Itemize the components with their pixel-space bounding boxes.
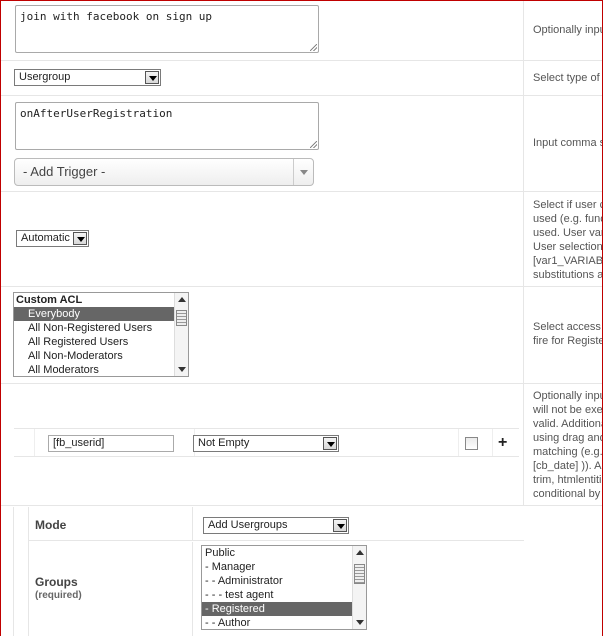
condition-operator-value: Not Empty	[198, 437, 250, 449]
group-option[interactable]: - - Author	[202, 616, 366, 629]
access-option[interactable]: All Non-Registered Users	[14, 321, 188, 335]
condition-field-input[interactable]: [fb_userid]	[48, 435, 174, 452]
conditional-description-line: using drag and	[533, 432, 603, 444]
access-option[interactable]: Everybody	[14, 307, 174, 321]
conditional-description-line: matching (e.g.	[533, 446, 603, 458]
scroll-up-icon[interactable]	[356, 550, 364, 555]
row-conditional: [fb_userid] Not Empty + Optionally inpu …	[1, 384, 603, 506]
groups-row: Groups (required) Public - Manager - - A…	[29, 542, 524, 636]
row-type: Usergroup Select type of	[1, 61, 603, 96]
mode-label: Mode	[35, 518, 67, 532]
chevron-down-icon[interactable]	[73, 232, 87, 245]
group-option[interactable]: - - - test agent	[202, 588, 366, 602]
add-trigger-select[interactable]: - Add Trigger -	[14, 158, 314, 186]
mode-select[interactable]: Add Usergroups	[203, 517, 349, 534]
access-description-line: fire for Registe	[533, 335, 603, 347]
column-divider	[523, 0, 524, 60]
scroll-down-icon[interactable]	[178, 367, 186, 372]
user-description-line: User selection	[533, 241, 603, 253]
row-user: Automatic Select if user c used (e.g. fu…	[1, 192, 603, 287]
user-description-line: substitutions a	[533, 269, 603, 281]
user-description-line: used. User var	[533, 227, 603, 239]
group-option[interactable]: - Registered	[202, 602, 352, 616]
params-inner: Mode Add Usergroups Groups (required) Pu…	[28, 507, 524, 636]
user-select-value: Automatic	[21, 232, 70, 244]
mode-row: Mode Add Usergroups	[29, 507, 524, 541]
row-triggers: onAfterUserRegistration - Add Trigger - …	[1, 96, 603, 192]
sign-up-text-description: Optionally inpu	[533, 24, 603, 36]
user-description-line: used (e.g. func	[533, 213, 603, 225]
add-trigger-label: - Add Trigger -	[23, 164, 106, 179]
condition-checkbox[interactable]	[465, 437, 478, 450]
scroll-thumb[interactable]	[354, 564, 365, 584]
group-option[interactable]: - - Administrator	[202, 574, 366, 588]
group-option[interactable]: Public	[202, 546, 366, 560]
sign-up-text-area[interactable]: join with facebook on sign up	[15, 5, 319, 53]
scroll-down-icon[interactable]	[356, 620, 364, 625]
column-divider	[523, 287, 524, 383]
resize-grip-icon[interactable]	[310, 44, 317, 51]
chevron-down-icon[interactable]	[145, 71, 159, 84]
chevron-down-icon[interactable]	[293, 159, 313, 185]
user-select[interactable]: Automatic	[16, 230, 89, 247]
column-divider	[523, 61, 524, 95]
chevron-down-icon[interactable]	[323, 437, 337, 450]
params-panel: Mode Add Usergroups Groups (required) Pu…	[13, 507, 524, 636]
type-select-value: Usergroup	[19, 71, 71, 83]
add-condition-button[interactable]: +	[498, 435, 507, 451]
user-description-line: [var1_VARIAB	[533, 255, 603, 267]
groups-label: Groups	[35, 575, 78, 589]
access-listbox[interactable]: Custom ACL Everybody All Non-Registered …	[13, 292, 189, 377]
column-divider	[523, 96, 524, 191]
conditional-description-line: Optionally inpu	[533, 390, 603, 402]
access-scrollbar[interactable]	[174, 293, 188, 376]
user-description-line: Select if user c	[533, 199, 603, 211]
groups-scrollbar[interactable]	[352, 546, 366, 629]
group-option[interactable]: - Manager	[202, 560, 366, 574]
groups-required-label: (required)	[35, 590, 82, 601]
access-option[interactable]: Custom ACL	[14, 293, 188, 307]
type-description: Select type of	[533, 72, 600, 84]
scroll-thumb[interactable]	[176, 310, 187, 326]
conditional-description-line: trim, htmlentitie	[533, 474, 603, 486]
conditional-description-line: conditional by	[533, 488, 601, 500]
chevron-down-icon[interactable]	[333, 519, 347, 532]
condition-operator-select[interactable]: Not Empty	[193, 435, 339, 452]
triggers-text-area[interactable]: onAfterUserRegistration	[15, 102, 319, 150]
conditional-description-line: [cb_date] )). A	[533, 460, 602, 472]
conditional-description-line: valid. Additiona	[533, 418, 603, 430]
row-access: Custom ACL Everybody All Non-Registered …	[1, 287, 603, 384]
groups-listbox[interactable]: Public - Manager - - Administrator - - -…	[201, 545, 367, 630]
conditional-description-line: will not be exe	[533, 404, 603, 416]
access-option[interactable]: All Registered Users	[14, 335, 188, 349]
access-option[interactable]: All Non-Moderators	[14, 349, 188, 363]
row-sign-up-text: join with facebook on sign up Optionally…	[1, 0, 603, 61]
column-divider	[523, 384, 524, 505]
scroll-up-icon[interactable]	[178, 297, 186, 302]
triggers-description: Input comma s	[533, 137, 603, 149]
column-divider	[523, 192, 524, 286]
mode-select-value: Add Usergroups	[208, 519, 288, 531]
access-option[interactable]: All Moderators	[14, 363, 188, 376]
resize-grip-icon[interactable]	[310, 141, 317, 148]
access-description-line: Select access	[533, 321, 601, 333]
type-select[interactable]: Usergroup	[14, 69, 161, 86]
